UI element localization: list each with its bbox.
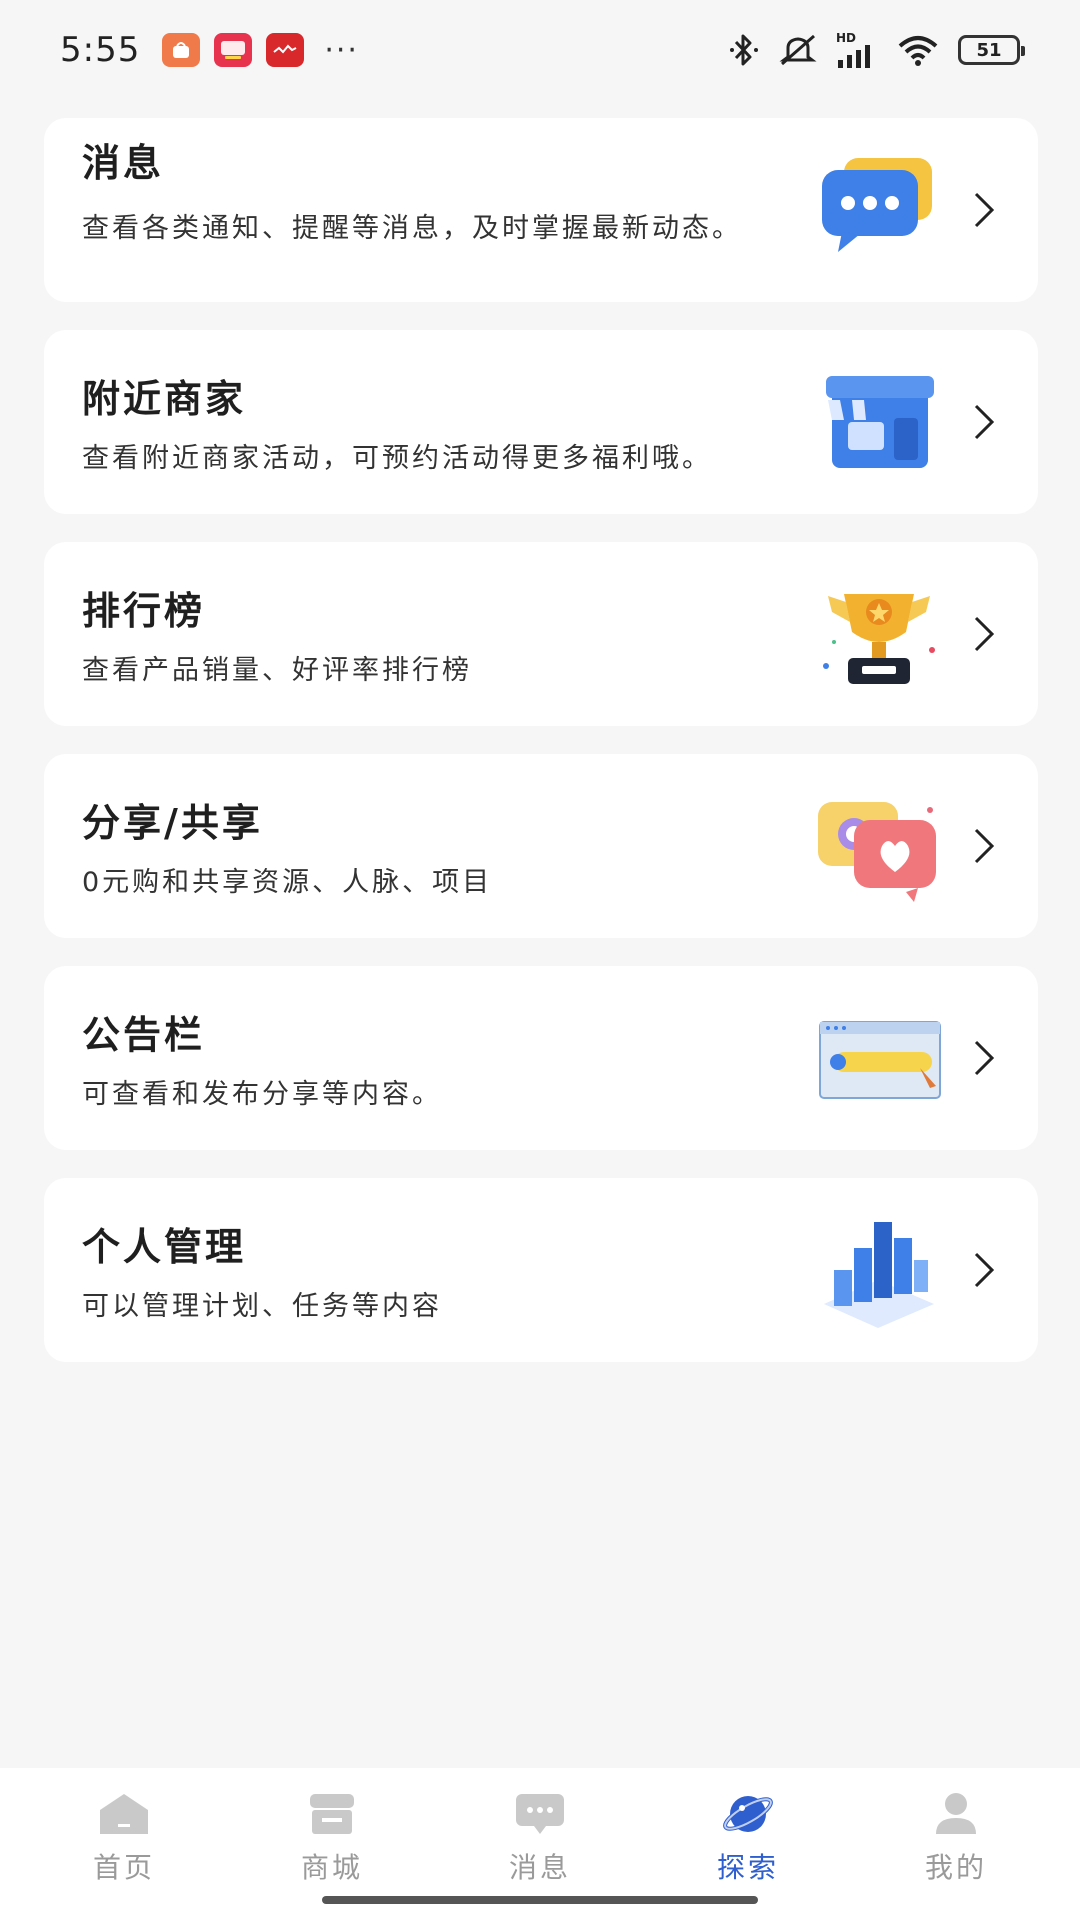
- chevron-right-icon: [974, 1040, 995, 1076]
- card-messages[interactable]: 消息 查看各类通知、提醒等消息，及时掌握最新动态。: [44, 118, 1038, 302]
- share-heart-illustration: [818, 802, 936, 902]
- card-title: 分享/共享: [82, 801, 263, 845]
- chevron-right-icon: [974, 1252, 995, 1288]
- profile-icon: [936, 1793, 976, 1834]
- chat-bubble-illustration: [822, 158, 932, 252]
- trophy-illustration: [823, 594, 935, 684]
- card-description: 查看各类通知、提醒等消息，及时掌握最新动态。: [82, 213, 742, 244]
- card-description: 查看产品销量、好评率排行榜: [82, 655, 472, 686]
- chevron-right-icon: [974, 404, 995, 440]
- card-description: 可以管理计划、任务等内容: [82, 1291, 442, 1322]
- status-right: HD 51: [728, 32, 1025, 68]
- message-icon: [516, 1794, 564, 1834]
- shop-app-icon: [162, 33, 201, 67]
- explore-planet-icon: [723, 1796, 773, 1832]
- hd-label: HD: [836, 31, 857, 45]
- battery-level: 51: [976, 39, 1002, 61]
- card-title: 公告栏: [82, 1013, 206, 1057]
- storefront-illustration: [826, 376, 934, 468]
- nav-label: 消息: [508, 1851, 571, 1884]
- home-indicator[interactable]: [322, 1896, 758, 1904]
- card-nearby-merchants[interactable]: 附近商家 查看附近商家活动，可预约活动得更多福利哦。: [44, 330, 1038, 514]
- card-title: 个人管理: [82, 1225, 247, 1269]
- signal-indicator: HD: [836, 32, 878, 68]
- card-title: 附近商家: [82, 377, 247, 421]
- nav-label: 我的: [924, 1851, 987, 1884]
- card-title: 排行榜: [82, 589, 206, 633]
- signal-icon: [838, 45, 870, 68]
- nav-label: 首页: [92, 1851, 155, 1884]
- card-description: 查看附近商家活动，可预约活动得更多福利哦。: [82, 443, 712, 474]
- store-icon: [310, 1794, 354, 1834]
- nav-profile[interactable]: 我的: [852, 1768, 1060, 1920]
- card-bulletin-board[interactable]: 公告栏 可查看和发布分享等内容。: [44, 966, 1038, 1150]
- more-notifications: ···: [324, 32, 359, 68]
- card-personal-management[interactable]: 个人管理 可以管理计划、任务等内容: [44, 1178, 1038, 1362]
- card-share[interactable]: 分享/共享 0元购和共享资源、人脉、项目: [44, 754, 1038, 938]
- chevron-right-icon: [974, 828, 995, 864]
- status-time: 5:55: [60, 30, 141, 70]
- bulletin-board-illustration: [819, 1021, 941, 1099]
- feature-card-list: 消息 查看各类通知、提醒等消息，及时掌握最新动态。 附近商家 查看附近商家活动，…: [44, 118, 1038, 1390]
- explore-page: 5:55 ··· HD 51 消息 查看各类通知、提醒等消息，及时掌握最新动态。…: [0, 0, 1080, 1920]
- battery-indicator: 51: [958, 35, 1025, 65]
- nav-label: 商城: [300, 1851, 363, 1884]
- taobao-app-icon: [214, 33, 253, 67]
- chevron-right-icon: [974, 192, 995, 228]
- notification-icons: ···: [162, 33, 359, 68]
- card-leaderboard[interactable]: 排行榜 查看产品销量、好评率排行榜: [44, 542, 1038, 726]
- chevron-right-icon: [974, 616, 995, 652]
- card-description: 可查看和发布分享等内容。: [82, 1079, 442, 1110]
- mute-bell-icon: [779, 34, 817, 66]
- status-bar: 5:55 ··· HD 51: [0, 0, 1080, 100]
- bar-chart-illustration: [824, 1222, 934, 1328]
- home-icon: [100, 1794, 148, 1834]
- red-app-icon: [266, 33, 305, 67]
- card-title: 消息: [82, 141, 165, 185]
- card-description: 0元购和共享资源、人脉、项目: [82, 867, 493, 898]
- bluetooth-icon: [730, 34, 758, 66]
- nav-label: 探索: [716, 1851, 779, 1884]
- wifi-icon: [898, 36, 938, 66]
- nav-home[interactable]: 首页: [20, 1768, 228, 1920]
